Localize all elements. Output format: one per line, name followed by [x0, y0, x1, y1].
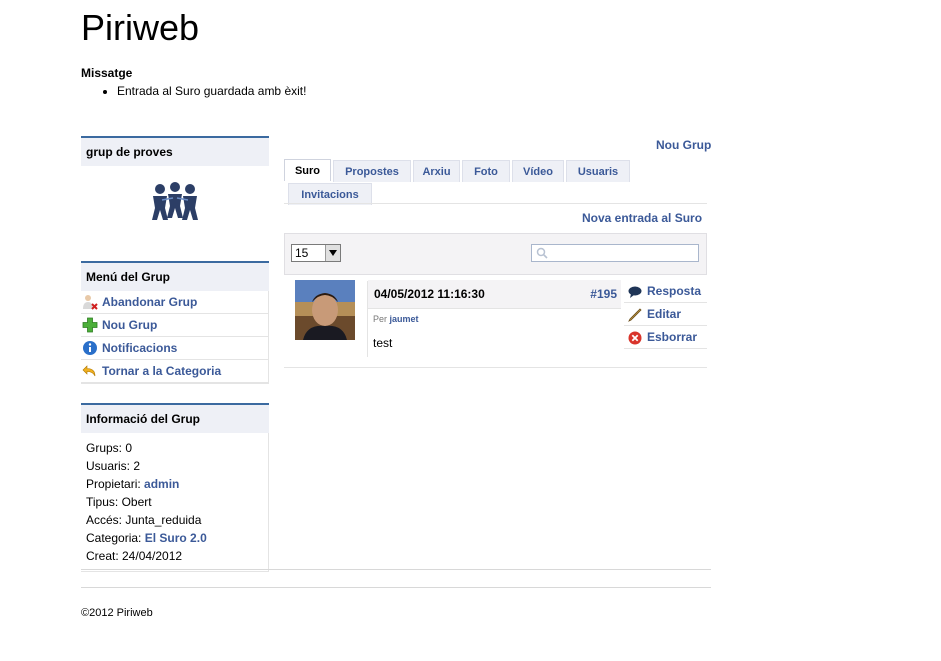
leave-user-icon [82, 294, 98, 310]
menu-item-tornar-categoria[interactable]: Tornar a la Categoria [81, 360, 268, 383]
tab-foto[interactable]: Foto [462, 160, 510, 182]
menu-label[interactable]: Nou Grup [102, 314, 157, 336]
group-box-body [81, 166, 269, 240]
group-info-title: Informació del Grup [81, 405, 269, 433]
tab-divider [284, 203, 707, 204]
info-creat: Creat: 24/04/2012 [86, 549, 183, 563]
post-bottom-divider [284, 367, 707, 368]
post-date: 04/05/2012 11:16:30 [374, 287, 485, 301]
edit-label[interactable]: Editar [647, 303, 681, 325]
info-tipus: Tipus: Obert [86, 495, 152, 509]
footer-divider [81, 587, 711, 588]
site-title: Piriweb [81, 7, 200, 48]
reply-label[interactable]: Resposta [647, 280, 701, 302]
search-input[interactable] [531, 244, 699, 262]
menu-label[interactable]: Abandonar Grup [102, 291, 197, 313]
nova-entrada-link[interactable]: Nova entrada al Suro [582, 211, 702, 225]
delete-label[interactable]: Esborrar [647, 326, 697, 348]
tab-propostes[interactable]: Propostes [333, 160, 411, 182]
tab-video[interactable]: Vídeo [512, 160, 564, 182]
pencil-icon [628, 307, 642, 322]
edit-action[interactable]: Editar [624, 303, 707, 326]
post-number-link[interactable]: #195 [590, 287, 617, 301]
info-propietari-label: Propietari: [86, 477, 141, 491]
group-menu-body: Abandonar Grup Nou Grup Notificacions To… [81, 291, 269, 384]
search-icon [536, 247, 548, 259]
group-info-body: Grups: 0 Usuaris: 2 Propietari: admin Ti… [81, 433, 269, 572]
post-by-label: Per [373, 314, 388, 324]
info-propietari: Propietari: admin [86, 475, 263, 493]
menu-item-abandonar-grup[interactable]: Abandonar Grup [81, 291, 268, 314]
info-usuaris: Usuaris: 2 [86, 459, 141, 473]
info-grups: Grups: 0 [86, 441, 133, 455]
speech-bubble-icon [628, 284, 642, 298]
footer-copyright: ©2012 Piriweb [81, 607, 153, 619]
menu-item-notificacions[interactable]: Notificacions [81, 337, 268, 360]
group-info: Informació del Grup Grups: 0 Usuaris: 2 … [81, 403, 269, 572]
author-link[interactable]: jaumet [390, 314, 419, 324]
message-list: Entrada al Suro guardada amb èxit! [81, 84, 306, 98]
group-box: grup de proves [81, 136, 269, 240]
delete-action[interactable]: Esborrar [624, 326, 707, 349]
chevron-down-icon [325, 245, 340, 261]
group-people-icon [150, 181, 200, 225]
group-menu-title: Menú del Grup [81, 263, 269, 291]
delete-icon [628, 330, 642, 345]
reply-action[interactable]: Resposta [624, 280, 707, 303]
info-categoria: Categoria: El Suro 2.0 [86, 529, 263, 547]
post-actions: Resposta Editar Esborrar [624, 280, 707, 349]
message-item: Entrada al Suro guardada amb èxit! [117, 84, 306, 98]
back-arrow-icon [82, 363, 98, 379]
info-acces: Accés: Junta_reduida [86, 513, 202, 527]
post-author-line: Per jaumet [373, 314, 419, 324]
per-page-select[interactable]: 15 [291, 244, 341, 262]
owner-link[interactable]: admin [144, 477, 179, 491]
per-page-value: 15 [295, 246, 309, 260]
group-menu: Menú del Grup Abandonar Grup Nou Grup No… [81, 261, 269, 384]
avatar[interactable] [295, 280, 355, 340]
tab-invitacions[interactable]: Invitacions [288, 183, 372, 205]
footer-divider [81, 569, 711, 570]
info-icon [82, 340, 98, 356]
menu-label[interactable]: Tornar a la Categoria [102, 360, 221, 382]
menu-label[interactable]: Notificacions [102, 337, 177, 359]
post-header: 04/05/2012 11:16:30 #195 [368, 280, 621, 309]
tab-suro[interactable]: Suro [284, 159, 331, 181]
add-plus-icon [82, 317, 98, 333]
group-box-title: grup de proves [81, 138, 269, 166]
tab-usuaris[interactable]: Usuaris [566, 160, 630, 182]
nou-grup-link[interactable]: Nou Grup [656, 138, 711, 152]
list-toolbar: 15 [284, 233, 707, 275]
post-text: test [373, 336, 393, 350]
message-heading: Missatge [81, 66, 133, 80]
menu-item-nou-grup[interactable]: Nou Grup [81, 314, 268, 337]
category-link[interactable]: El Suro 2.0 [145, 531, 207, 545]
tab-arxiu[interactable]: Arxiu [413, 160, 460, 182]
info-categoria-label: Categoria: [86, 531, 142, 545]
